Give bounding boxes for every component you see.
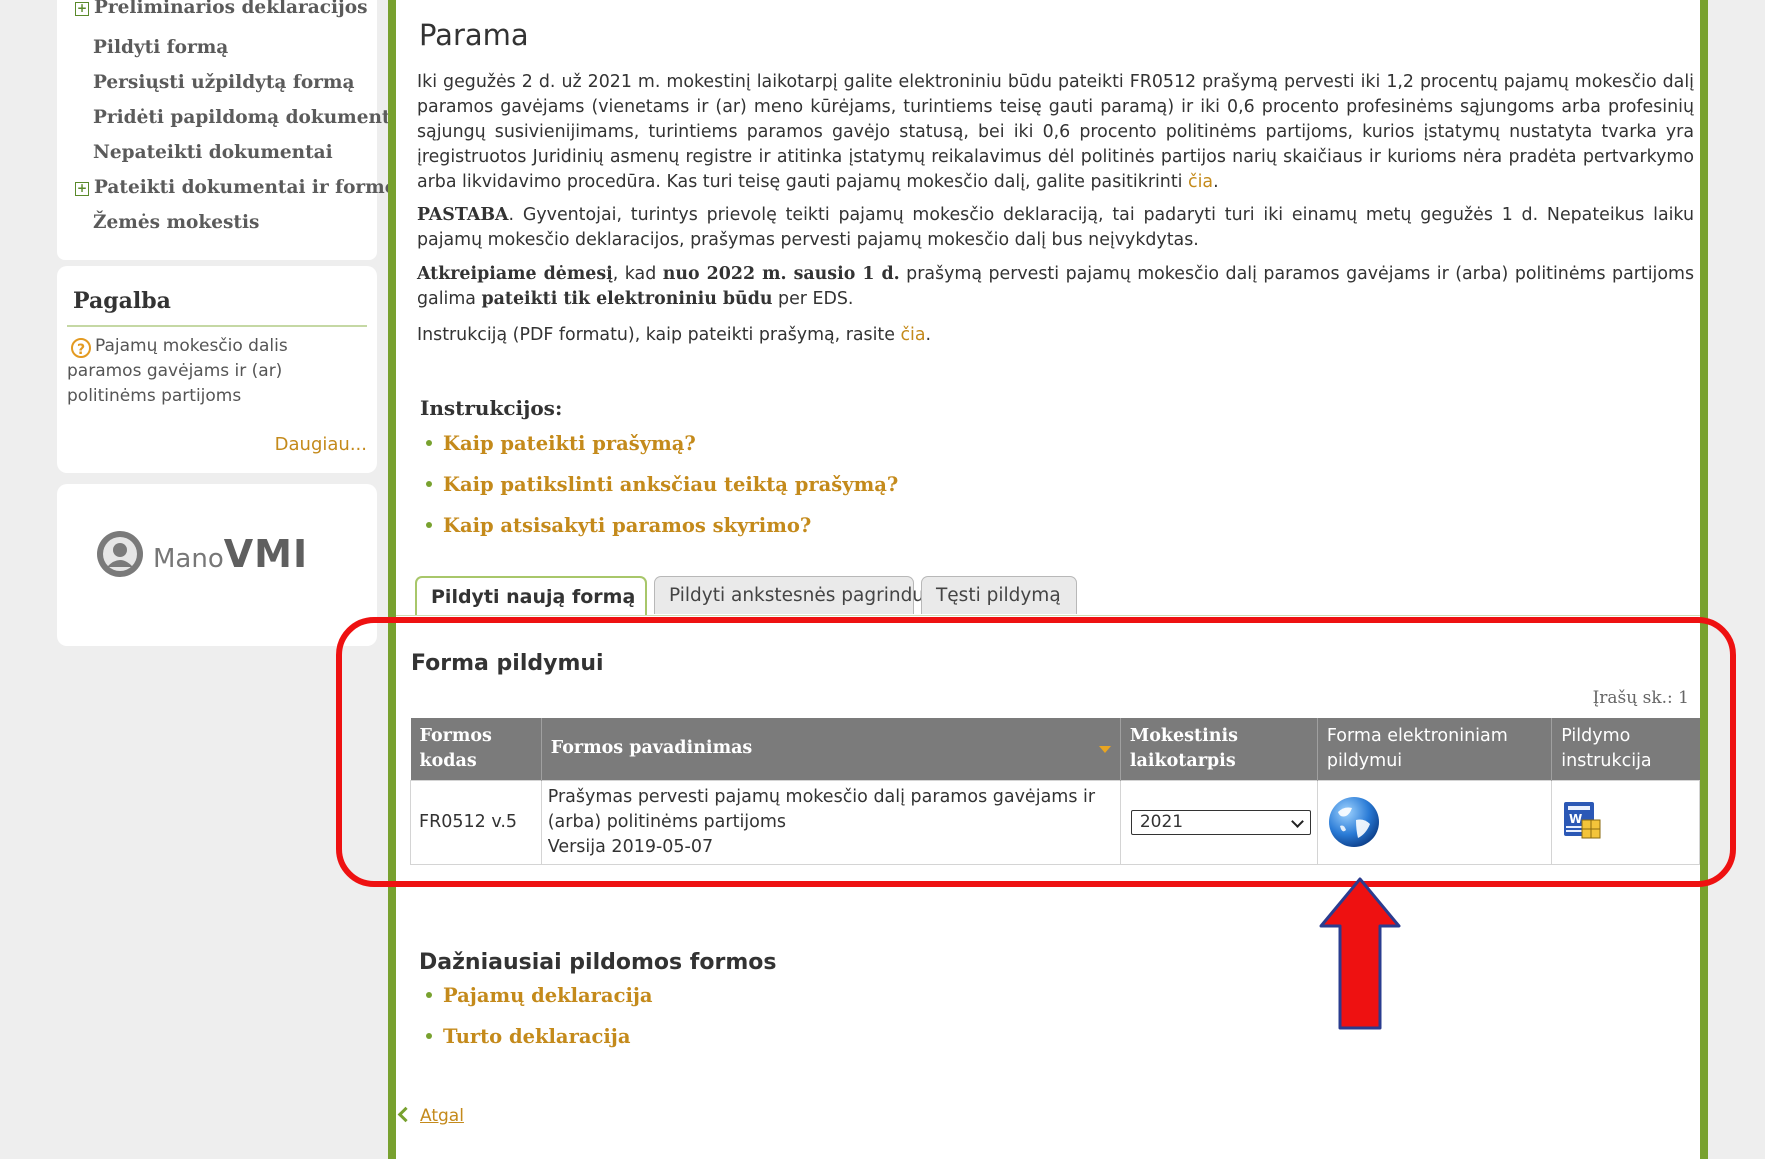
- sidebar-menu: + Preliminarios deklaracijos Pildyti form…: [57, 0, 408, 260]
- tax-period-select[interactable]: 2021: [1130, 809, 1311, 835]
- sidebar-item-preliminarios-deklaracijos[interactable]: + Preliminarios deklaracijos: [75, 0, 368, 18]
- sidebar-item-nepateikti-dokumentai[interactable]: Nepateikti dokumentai: [93, 142, 333, 163]
- table-header-row: Formos kodas Formos pavadinimas Mokestin…: [410, 718, 1700, 780]
- header-tax-period[interactable]: Mokestinis laikotarpis: [1120, 718, 1318, 780]
- sidebar-item-prideti-papildoma-dokumenta[interactable]: Pridėti papildomą dokumentą: [93, 107, 402, 128]
- header-form-code[interactable]: Formos kodas: [410, 718, 542, 780]
- help-link[interactable]: ? Pajamų mokesčio dalis paramos gavėjams …: [67, 334, 367, 409]
- cell-electronic-form: [1316, 779, 1553, 865]
- question-icon: ?: [71, 338, 91, 358]
- sidebar-item-pildyti-forma[interactable]: Pildyti formą: [93, 37, 228, 58]
- instruction-link-submit[interactable]: Kaip pateikti prašymą?: [426, 423, 898, 464]
- user-avatar-icon: [97, 531, 143, 577]
- instruction-link-correct[interactable]: Kaip patikslinti anksčiau teiktą prašymą…: [426, 464, 898, 505]
- logo-brand: VMI: [223, 532, 309, 576]
- page-title: Parama: [419, 18, 529, 52]
- word-document-icon[interactable]: W: [1560, 800, 1608, 844]
- table-row: FR0512 v.5 Prašymas pervesti pajamų moke…: [410, 779, 1700, 865]
- help-panel: Pagalba ? Pajamų mokesčio dalis paramos g…: [57, 266, 377, 473]
- cell-instructions: W: [1551, 779, 1700, 865]
- cell-form-code: FR0512 v.5: [410, 779, 542, 865]
- instructions-list: Kaip pateikti prašymą? Kaip patikslinti …: [426, 423, 898, 546]
- record-count: Įrašų sk.: 1: [1592, 688, 1689, 708]
- help-divider: [67, 325, 367, 327]
- header-electronic-form: Forma elektroniniam pildymui: [1317, 718, 1553, 780]
- svg-text:W: W: [1569, 812, 1582, 826]
- instruction-pdf-paragraph: Instrukciją (PDF formatu), kaip pateikti…: [417, 325, 932, 345]
- form-name: Prašymas pervesti pajamų mokesčio dalį p…: [547, 786, 1096, 832]
- chevron-left-icon: [397, 1106, 414, 1123]
- back-link[interactable]: Atgal: [397, 1106, 464, 1126]
- sort-icon: [1098, 746, 1111, 754]
- sidebar: + Preliminarios deklaracijos Pildyti form…: [57, 0, 408, 646]
- expand-plus-icon[interactable]: +: [75, 2, 89, 16]
- mano-vmi-panel[interactable]: ManoVMI: [57, 484, 377, 646]
- expand-plus-icon[interactable]: +: [75, 182, 89, 196]
- instruction-pdf-link[interactable]: čia: [900, 325, 925, 345]
- header-form-name[interactable]: Formos pavadinimas: [541, 718, 1121, 780]
- form-version: Versija 2019-05-07: [547, 836, 714, 857]
- instructions-heading: Instrukcijos:: [420, 396, 563, 420]
- cell-tax-period: 2021: [1119, 779, 1318, 865]
- header-instructions: Pildymo instrukcija: [1551, 718, 1700, 780]
- sidebar-item-zemes-mokestis[interactable]: Žemės mokestis: [93, 212, 259, 233]
- help-more-link[interactable]: Daugiau...: [275, 434, 367, 455]
- form-section-title: Forma pildymui: [411, 651, 604, 676]
- mano-vmi-logo[interactable]: ManoVMI: [95, 529, 308, 579]
- intro-paragraph: Iki gegužės 2 d. už 2021 m. mokestinį la…: [417, 72, 1694, 192]
- attention-paragraph: Atkreipiame dėmesį, kad nuo 2022 m. saus…: [417, 264, 1695, 309]
- frequent-link-turto-deklaracija[interactable]: Turto deklaracija: [426, 1016, 653, 1057]
- main-content: Parama Iki gegužės 2 d. už 2021 m. mokes…: [388, 0, 1708, 1159]
- sidebar-item-pateikti-dokumentai[interactable]: + Pateikti dokumentai ir formos: [75, 177, 408, 198]
- cell-form-name: Prašymas pervesti pajamų mokesčio dalį p…: [540, 779, 1121, 865]
- tab-pildyti-ankstesnes-pagrindu[interactable]: Pildyti ankstesnės pagrindu: [654, 576, 924, 614]
- frequent-link-pajamu-deklaracija[interactable]: Pajamų deklaracija: [426, 975, 653, 1016]
- tab-divider: [396, 615, 1700, 616]
- instruction-link-cancel[interactable]: Kaip atsisakyti paramos skyrimo?: [426, 505, 898, 546]
- help-title: Pagalba: [73, 288, 171, 314]
- chevron-down-icon: [1290, 814, 1304, 828]
- frequent-forms-list: Pajamų deklaracija Turto deklaracija: [426, 975, 653, 1057]
- forms-table: Formos kodas Formos pavadinimas Mokestin…: [410, 718, 1700, 865]
- frequent-forms-heading: Dažniausiai pildomos formos: [419, 950, 777, 975]
- tab-testi-pildyma[interactable]: Tęsti pildymą: [921, 576, 1077, 614]
- sidebar-item-persiusti-uzpildyta-forma[interactable]: Persiųsti užpildytą formą: [93, 72, 354, 93]
- globe-icon[interactable]: [1326, 794, 1382, 850]
- note-paragraph: PASTABA. Gyventojai, turintys prievolę t…: [417, 205, 1694, 250]
- eligibility-link[interactable]: čia: [1188, 172, 1213, 192]
- help-link-text: Pajamų mokesčio dalis paramos gavėjams i…: [67, 336, 288, 406]
- logo-prefix: Mano: [153, 544, 224, 574]
- tab-pildyti-nauja-forma[interactable]: Pildyti naują formą: [415, 576, 647, 616]
